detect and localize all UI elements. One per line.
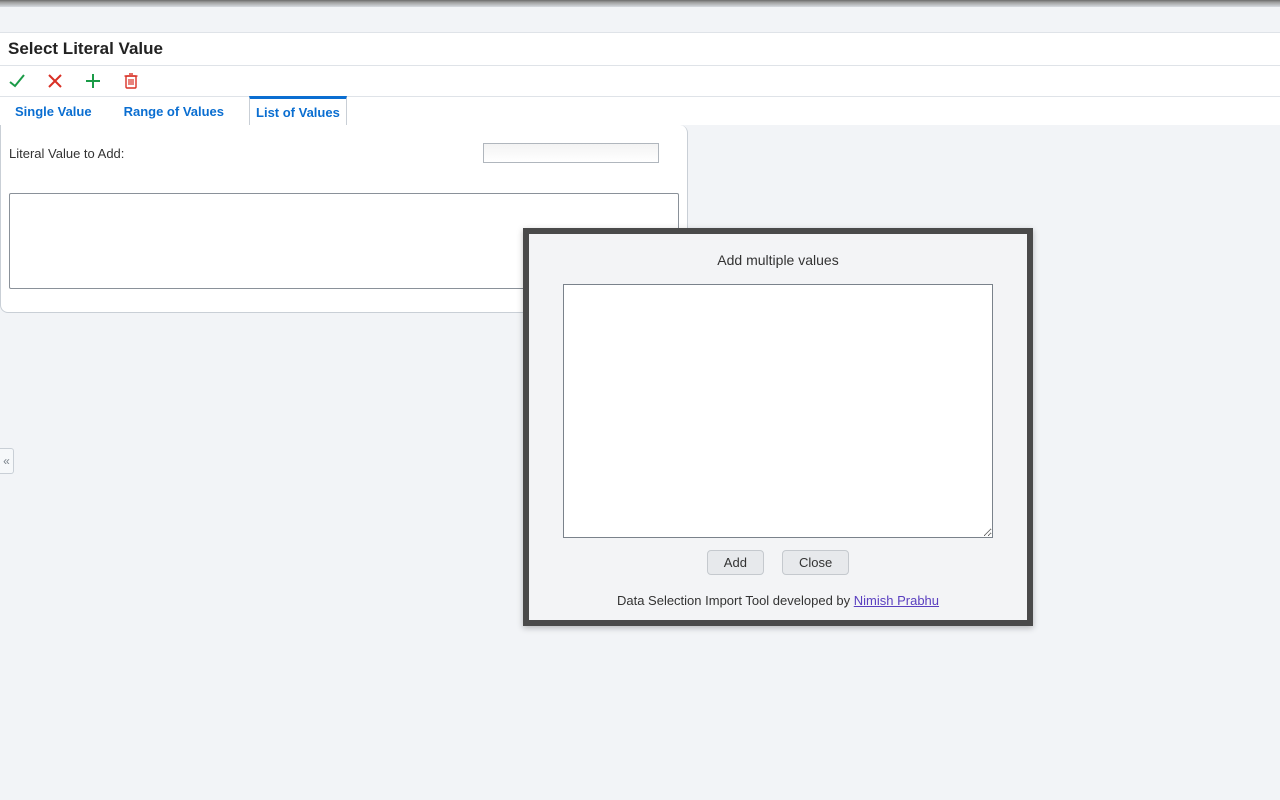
collapse-sidebar-button[interactable]: « xyxy=(0,448,14,474)
page-title: Select Literal Value xyxy=(0,32,1280,66)
literal-value-label: Literal Value to Add: xyxy=(9,146,124,161)
dialog-button-row: Add Close xyxy=(545,550,1011,575)
top-spacer xyxy=(0,7,1280,32)
add-icon[interactable] xyxy=(84,72,102,90)
tab-single-value[interactable]: Single Value xyxy=(8,97,99,125)
dialog-title: Add multiple values xyxy=(545,252,1011,268)
tabs: Single Value Range of Values List of Val… xyxy=(0,97,1280,125)
window-top-gradient xyxy=(0,0,1280,7)
tab-range-of-values[interactable]: Range of Values xyxy=(117,97,231,125)
dialog-footer-text: Data Selection Import Tool developed by xyxy=(617,593,854,608)
cancel-icon[interactable] xyxy=(46,72,64,90)
multiple-values-textarea[interactable] xyxy=(563,284,993,538)
add-button[interactable]: Add xyxy=(707,550,764,575)
dialog-footer: Data Selection Import Tool developed by … xyxy=(545,593,1011,608)
close-button[interactable]: Close xyxy=(782,550,849,575)
confirm-icon[interactable] xyxy=(8,72,26,90)
tab-list-of-values[interactable]: List of Values xyxy=(249,96,347,126)
literal-value-input[interactable] xyxy=(483,143,659,163)
author-link[interactable]: Nimish Prabhu xyxy=(854,593,939,608)
chevron-left-double-icon: « xyxy=(3,454,10,468)
delete-icon[interactable] xyxy=(122,72,140,90)
toolbar xyxy=(0,66,1280,97)
add-multiple-values-dialog: Add multiple values Add Close Data Selec… xyxy=(523,228,1033,626)
